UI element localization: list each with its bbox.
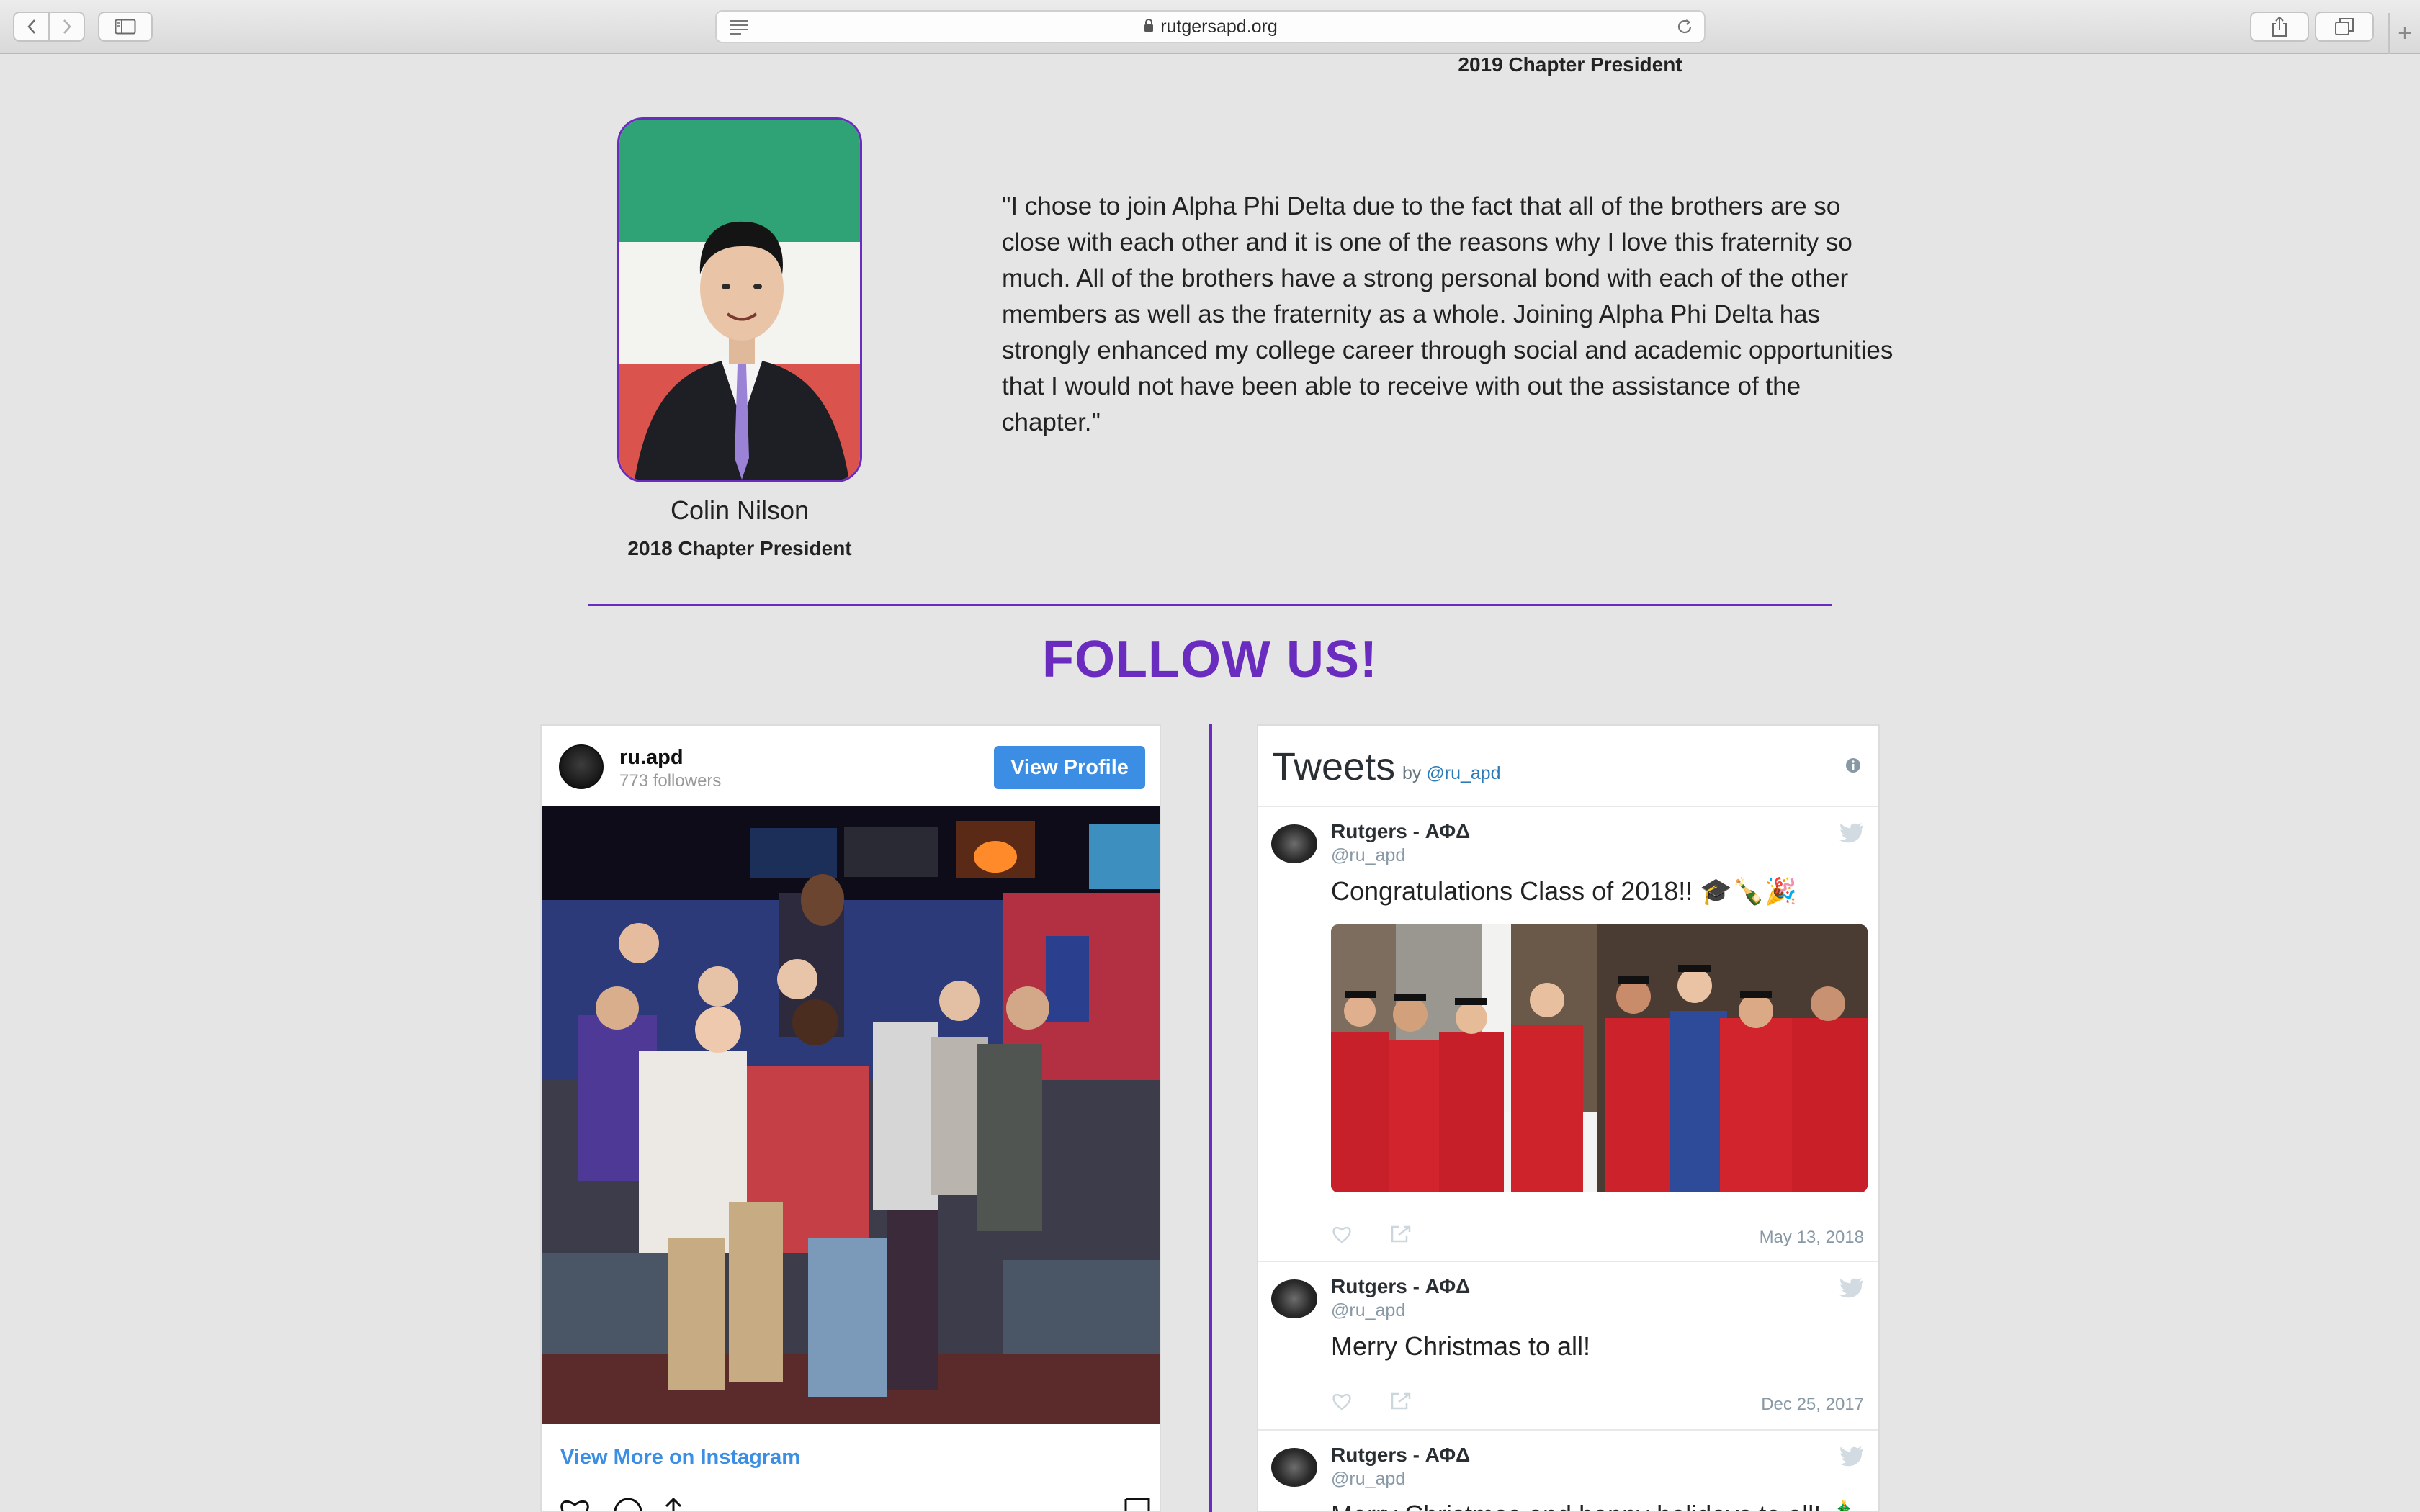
president-quote: "I chose to join Alpha Phi Delta due to … [1002, 192, 1894, 436]
share-icon[interactable] [663, 1496, 684, 1512]
president-name: Colin Nilson [670, 495, 810, 525]
back-button[interactable] [14, 13, 50, 40]
heart-icon[interactable] [557, 1496, 592, 1512]
tweet[interactable]: Rutgers - ΑΦΔ @ru_apd Congratulations Cl… [1258, 807, 1878, 1262]
tweet-author-name[interactable]: Rutgers - ΑΦΔ [1331, 1275, 1470, 1298]
section-divider [588, 604, 1832, 606]
view-profile-button[interactable]: View Profile [994, 746, 1145, 789]
twitter-bird-icon[interactable] [1839, 1278, 1864, 1302]
nav-buttons [13, 12, 85, 42]
url-text: rutgersapd.org [1160, 16, 1278, 37]
sidebar-icon [115, 19, 136, 35]
address-bar[interactable]: rutgersapd.org [715, 10, 1706, 43]
share-tweet-icon[interactable] [1390, 1225, 1412, 1247]
tweet-avatar[interactable] [1271, 1279, 1317, 1318]
follow-us-heading: FOLLOW US! [1042, 631, 1378, 688]
like-icon[interactable] [1331, 1392, 1353, 1414]
reload-icon[interactable] [1675, 17, 1694, 41]
tweet-username[interactable]: @ru_apd [1331, 845, 1405, 866]
comment-icon[interactable] [612, 1496, 645, 1512]
forward-button[interactable] [50, 13, 84, 40]
tweet-media-image[interactable] [1331, 924, 1868, 1192]
browser-toolbar: rutgersapd.org + [0, 0, 2420, 54]
tweet[interactable]: Rutgers - ΑΦΔ @ru_apd Merry Christmas an… [1258, 1431, 1878, 1511]
tweet[interactable]: Rutgers - ΑΦΔ @ru_apd Merry Christmas to… [1258, 1262, 1878, 1431]
like-icon[interactable] [1331, 1225, 1353, 1247]
instagram-post-image[interactable] [542, 806, 1160, 1424]
share-icon [2272, 16, 2287, 37]
lock-icon [1143, 17, 1155, 37]
instagram-followers: 773 followers [619, 771, 722, 791]
twitter-header: Tweets by @ru_apd [1258, 726, 1878, 807]
chevron-left-icon [27, 19, 35, 34]
president-photo [617, 117, 862, 482]
tabs-icon [2335, 18, 2354, 35]
bookmark-icon[interactable] [1124, 1496, 1151, 1512]
tweet-avatar[interactable] [1271, 824, 1317, 863]
tweet-username[interactable]: @ru_apd [1331, 1300, 1405, 1321]
tweet-username[interactable]: @ru_apd [1331, 1469, 1405, 1490]
twitter-title: Tweets [1272, 745, 1396, 788]
tweet-text: Merry Christmas and happy holidays to al… [1331, 1500, 1860, 1511]
chevron-right-icon [63, 19, 71, 34]
tweet-date[interactable]: Dec 25, 2017 [1761, 1395, 1864, 1415]
instagram-actions [557, 1496, 1151, 1512]
instagram-handle[interactable]: ru.apd [619, 746, 684, 770]
twitter-by: by @ru_apd [1402, 763, 1501, 783]
share-button[interactable] [2250, 12, 2309, 42]
instagram-avatar[interactable] [559, 744, 604, 789]
tweet-author-name[interactable]: Rutgers - ΑΦΔ [1331, 820, 1470, 843]
vertical-divider [1209, 724, 1212, 1512]
twitter-bird-icon[interactable] [1839, 1446, 1864, 1470]
tweet-text: Congratulations Class of 2018!! 🎓🍾🎉 [1331, 876, 1797, 906]
tweet-text: Merry Christmas to all! [1331, 1331, 1591, 1361]
sidebar-button[interactable] [98, 12, 153, 42]
tweet-date[interactable]: May 13, 2018 [1760, 1228, 1864, 1248]
reader-icon[interactable] [728, 19, 750, 40]
tweet-avatar[interactable] [1271, 1448, 1317, 1487]
tweet-author-name[interactable]: Rutgers - ΑΦΔ [1331, 1444, 1470, 1467]
info-icon[interactable] [1845, 757, 1861, 777]
share-tweet-icon[interactable] [1390, 1392, 1412, 1414]
previous-president-title: 2019 Chapter President [1458, 53, 1682, 76]
twitter-bird-icon[interactable] [1839, 823, 1864, 847]
twitter-handle-link[interactable]: @ru_apd [1426, 763, 1500, 783]
tabs-button[interactable] [2315, 12, 2374, 42]
president-title: 2018 Chapter President [627, 537, 852, 559]
new-tab-button[interactable]: + [2388, 13, 2420, 54]
instagram-widget: ru.apd 773 followers View Profile View M… [540, 724, 1161, 1512]
twitter-widget: Tweets by @ru_apd Rutgers - ΑΦΔ @ru_apd … [1257, 724, 1880, 1512]
view-more-instagram-link[interactable]: View More on Instagram [560, 1446, 800, 1470]
